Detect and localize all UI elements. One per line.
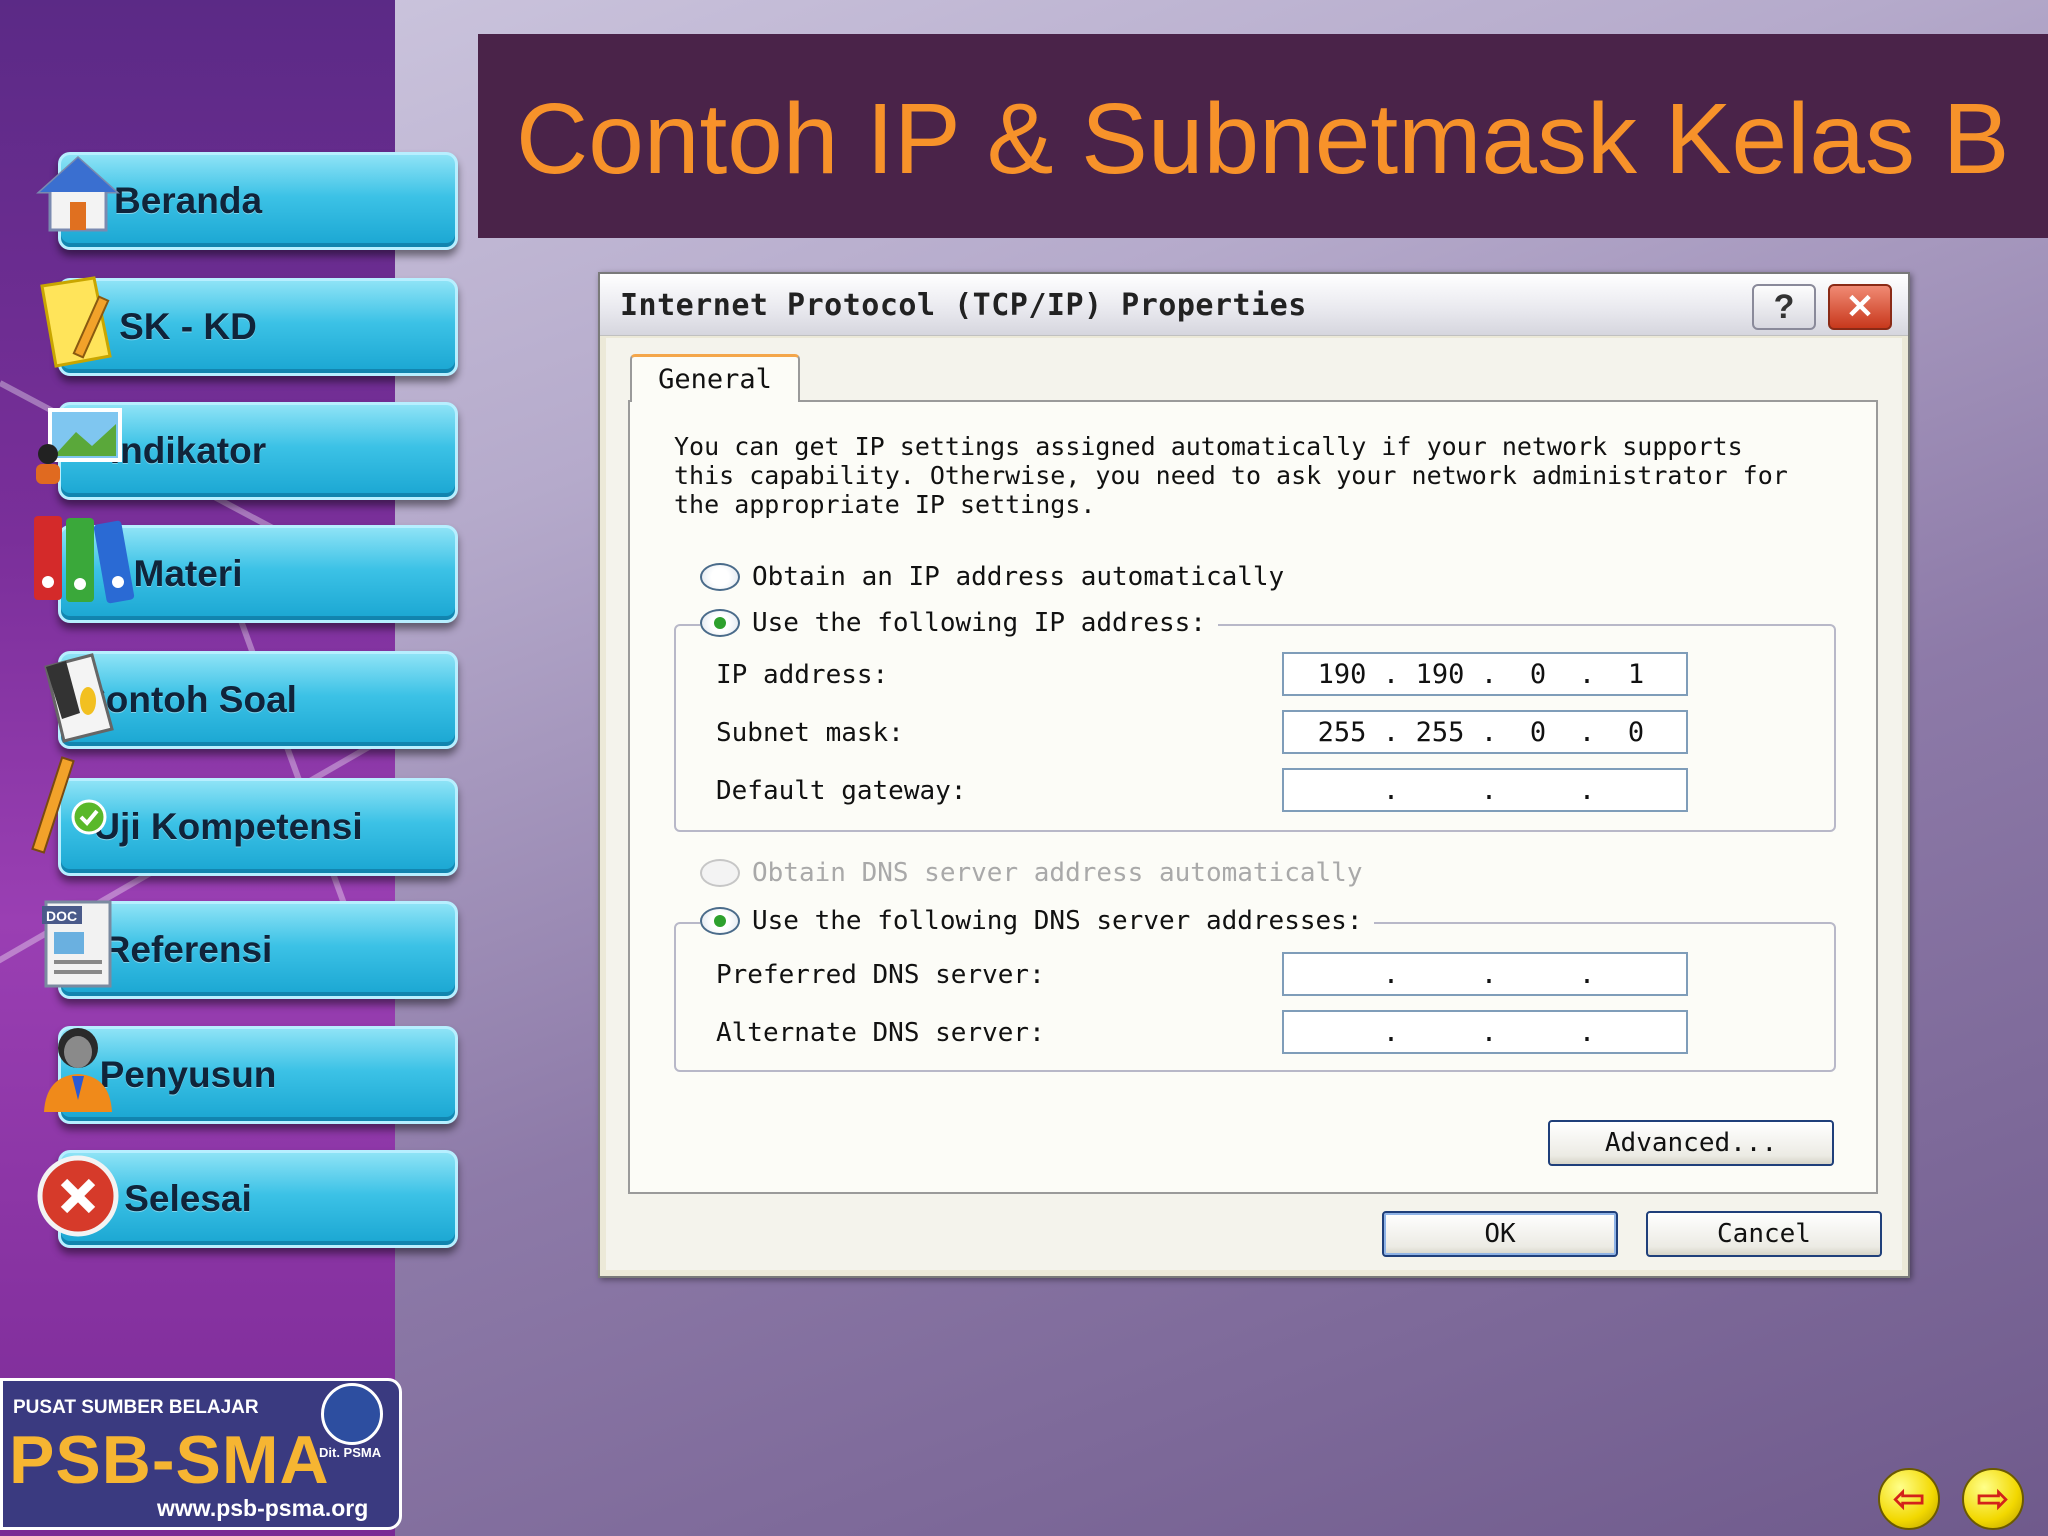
svg-text:DOC: DOC xyxy=(46,908,77,924)
description-line: You can get IP settings assigned automat… xyxy=(674,432,1743,461)
nav-label: Indikator xyxy=(109,430,267,471)
subnet-octet: 255 xyxy=(1317,716,1367,748)
pencil-check-icon xyxy=(26,756,118,854)
radio-button-selected[interactable] xyxy=(700,609,740,637)
nav-label: Materi xyxy=(133,553,243,594)
radio-label: Obtain an IP address automatically xyxy=(752,562,1285,592)
description-text: You can get IP settings assigned automat… xyxy=(674,432,1834,519)
slide-title: Contoh IP & Subnetmask Kelas B xyxy=(516,83,2010,195)
general-panel: You can get IP settings assigned automat… xyxy=(628,400,1878,1194)
radio-label: Use the following IP address: xyxy=(752,608,1206,638)
title-band: Contoh IP & Subnetmask Kelas B xyxy=(478,34,2048,238)
nav-button-uji-kompetensi[interactable]: Uji Kompetensi xyxy=(58,778,458,876)
ip-octet: 1 xyxy=(1627,658,1645,690)
radio-button-selected[interactable] xyxy=(700,907,740,935)
subnet-mask-field[interactable]: 255. 255. 0. 0 xyxy=(1282,710,1688,754)
radio-obtain-dns-auto[interactable]: Obtain DNS server address automatically xyxy=(700,858,1362,888)
close-icon: ✕ xyxy=(1845,288,1875,326)
logo-url: www.psb-psma.org xyxy=(157,1495,369,1521)
ip-octet: 0 xyxy=(1529,658,1547,690)
close-button[interactable]: ✕ xyxy=(1828,284,1892,330)
nav-label: Penyusun xyxy=(99,1054,277,1095)
radio-use-following-ip[interactable]: Use the following IP address: xyxy=(700,608,1218,638)
help-button[interactable]: ? xyxy=(1752,284,1816,330)
subnet-octet: 0 xyxy=(1529,716,1547,748)
dialog-title: Internet Protocol (TCP/IP) Properties xyxy=(620,288,1307,323)
house-icon xyxy=(32,148,124,240)
person-icon xyxy=(32,1022,124,1114)
help-icon: ? xyxy=(1773,287,1795,326)
tut-wuri-handayani-seal-icon xyxy=(321,1383,383,1445)
red-x-icon xyxy=(32,1150,124,1242)
radio-button[interactable] xyxy=(700,563,740,591)
radio-use-following-dns[interactable]: Use the following DNS server addresses: xyxy=(700,906,1375,936)
document-pen-icon xyxy=(32,652,124,744)
logo-tagline: PUSAT SUMBER BELAJAR xyxy=(13,1397,259,1418)
logo-unit: Dit. PSMA xyxy=(319,1445,382,1460)
arrow-left-icon: ⇦ xyxy=(1892,1476,1926,1522)
subnet-octet: 255 xyxy=(1415,716,1465,748)
notepad-pencil-icon xyxy=(32,276,124,368)
ip-octet: 190 xyxy=(1317,658,1367,690)
subnet-octet: 0 xyxy=(1627,716,1645,748)
advanced-button[interactable]: Advanced... xyxy=(1548,1120,1834,1166)
ip-address-field[interactable]: 190. 190. 0. 1 xyxy=(1282,652,1688,696)
ip-address-label: IP address: xyxy=(716,660,889,690)
logo-brand: PSB-SMA xyxy=(9,1422,330,1498)
alternate-dns-label: Alternate DNS server: xyxy=(716,1018,1045,1048)
preferred-dns-field[interactable]: . . . xyxy=(1282,952,1688,996)
prev-slide-button[interactable]: ⇦ xyxy=(1878,1468,1940,1530)
dialog-body: General You can get IP settings assigned… xyxy=(606,338,1902,1270)
ip-octet: 190 xyxy=(1415,658,1465,690)
nav-label: Referensi xyxy=(103,929,273,970)
nav-label: Selesai xyxy=(124,1178,252,1219)
arrow-right-icon: ⇨ xyxy=(1976,1476,2010,1522)
default-gateway-field[interactable]: . . . xyxy=(1282,768,1688,812)
description-line: this capability. Otherwise, you need to … xyxy=(674,461,1788,490)
dns-server-group: Preferred DNS server: . . . Alternate DN… xyxy=(674,922,1836,1072)
psb-sma-logo: PUSAT SUMBER BELAJAR PSB-SMA Dit. PSMA w… xyxy=(0,1378,402,1530)
binders-icon xyxy=(28,512,148,604)
ip-address-group: IP address: 190. 190. 0. 1 Subnet mask: … xyxy=(674,624,1836,832)
dialog-titlebar: Internet Protocol (TCP/IP) Properties ? … xyxy=(600,274,1908,336)
nav-label: SK - KD xyxy=(119,306,257,347)
next-slide-button[interactable]: ⇨ xyxy=(1962,1468,2024,1530)
cancel-button[interactable]: Cancel xyxy=(1646,1211,1882,1257)
tcpip-properties-dialog: Internet Protocol (TCP/IP) Properties ? … xyxy=(598,272,1910,1278)
preferred-dns-label: Preferred DNS server: xyxy=(716,960,1045,990)
description-line: the appropriate IP settings. xyxy=(674,490,1096,519)
subnet-mask-label: Subnet mask: xyxy=(716,718,904,748)
ok-button[interactable]: OK xyxy=(1382,1211,1618,1257)
radio-button[interactable] xyxy=(700,859,740,887)
default-gateway-label: Default gateway: xyxy=(716,776,967,806)
tab-general[interactable]: General xyxy=(630,354,800,402)
nav-label: Beranda xyxy=(113,180,263,221)
radio-label: Obtain DNS server address automatically xyxy=(752,858,1363,888)
doc-file-icon: DOC xyxy=(32,898,124,990)
alternate-dns-field[interactable]: . . . xyxy=(1282,1010,1688,1054)
radio-obtain-ip-auto[interactable]: Obtain an IP address automatically xyxy=(700,562,1284,592)
nav-label: Uji Kompetensi xyxy=(93,806,363,847)
radio-label: Use the following DNS server addresses: xyxy=(752,906,1363,936)
presenter-board-icon xyxy=(32,400,124,492)
